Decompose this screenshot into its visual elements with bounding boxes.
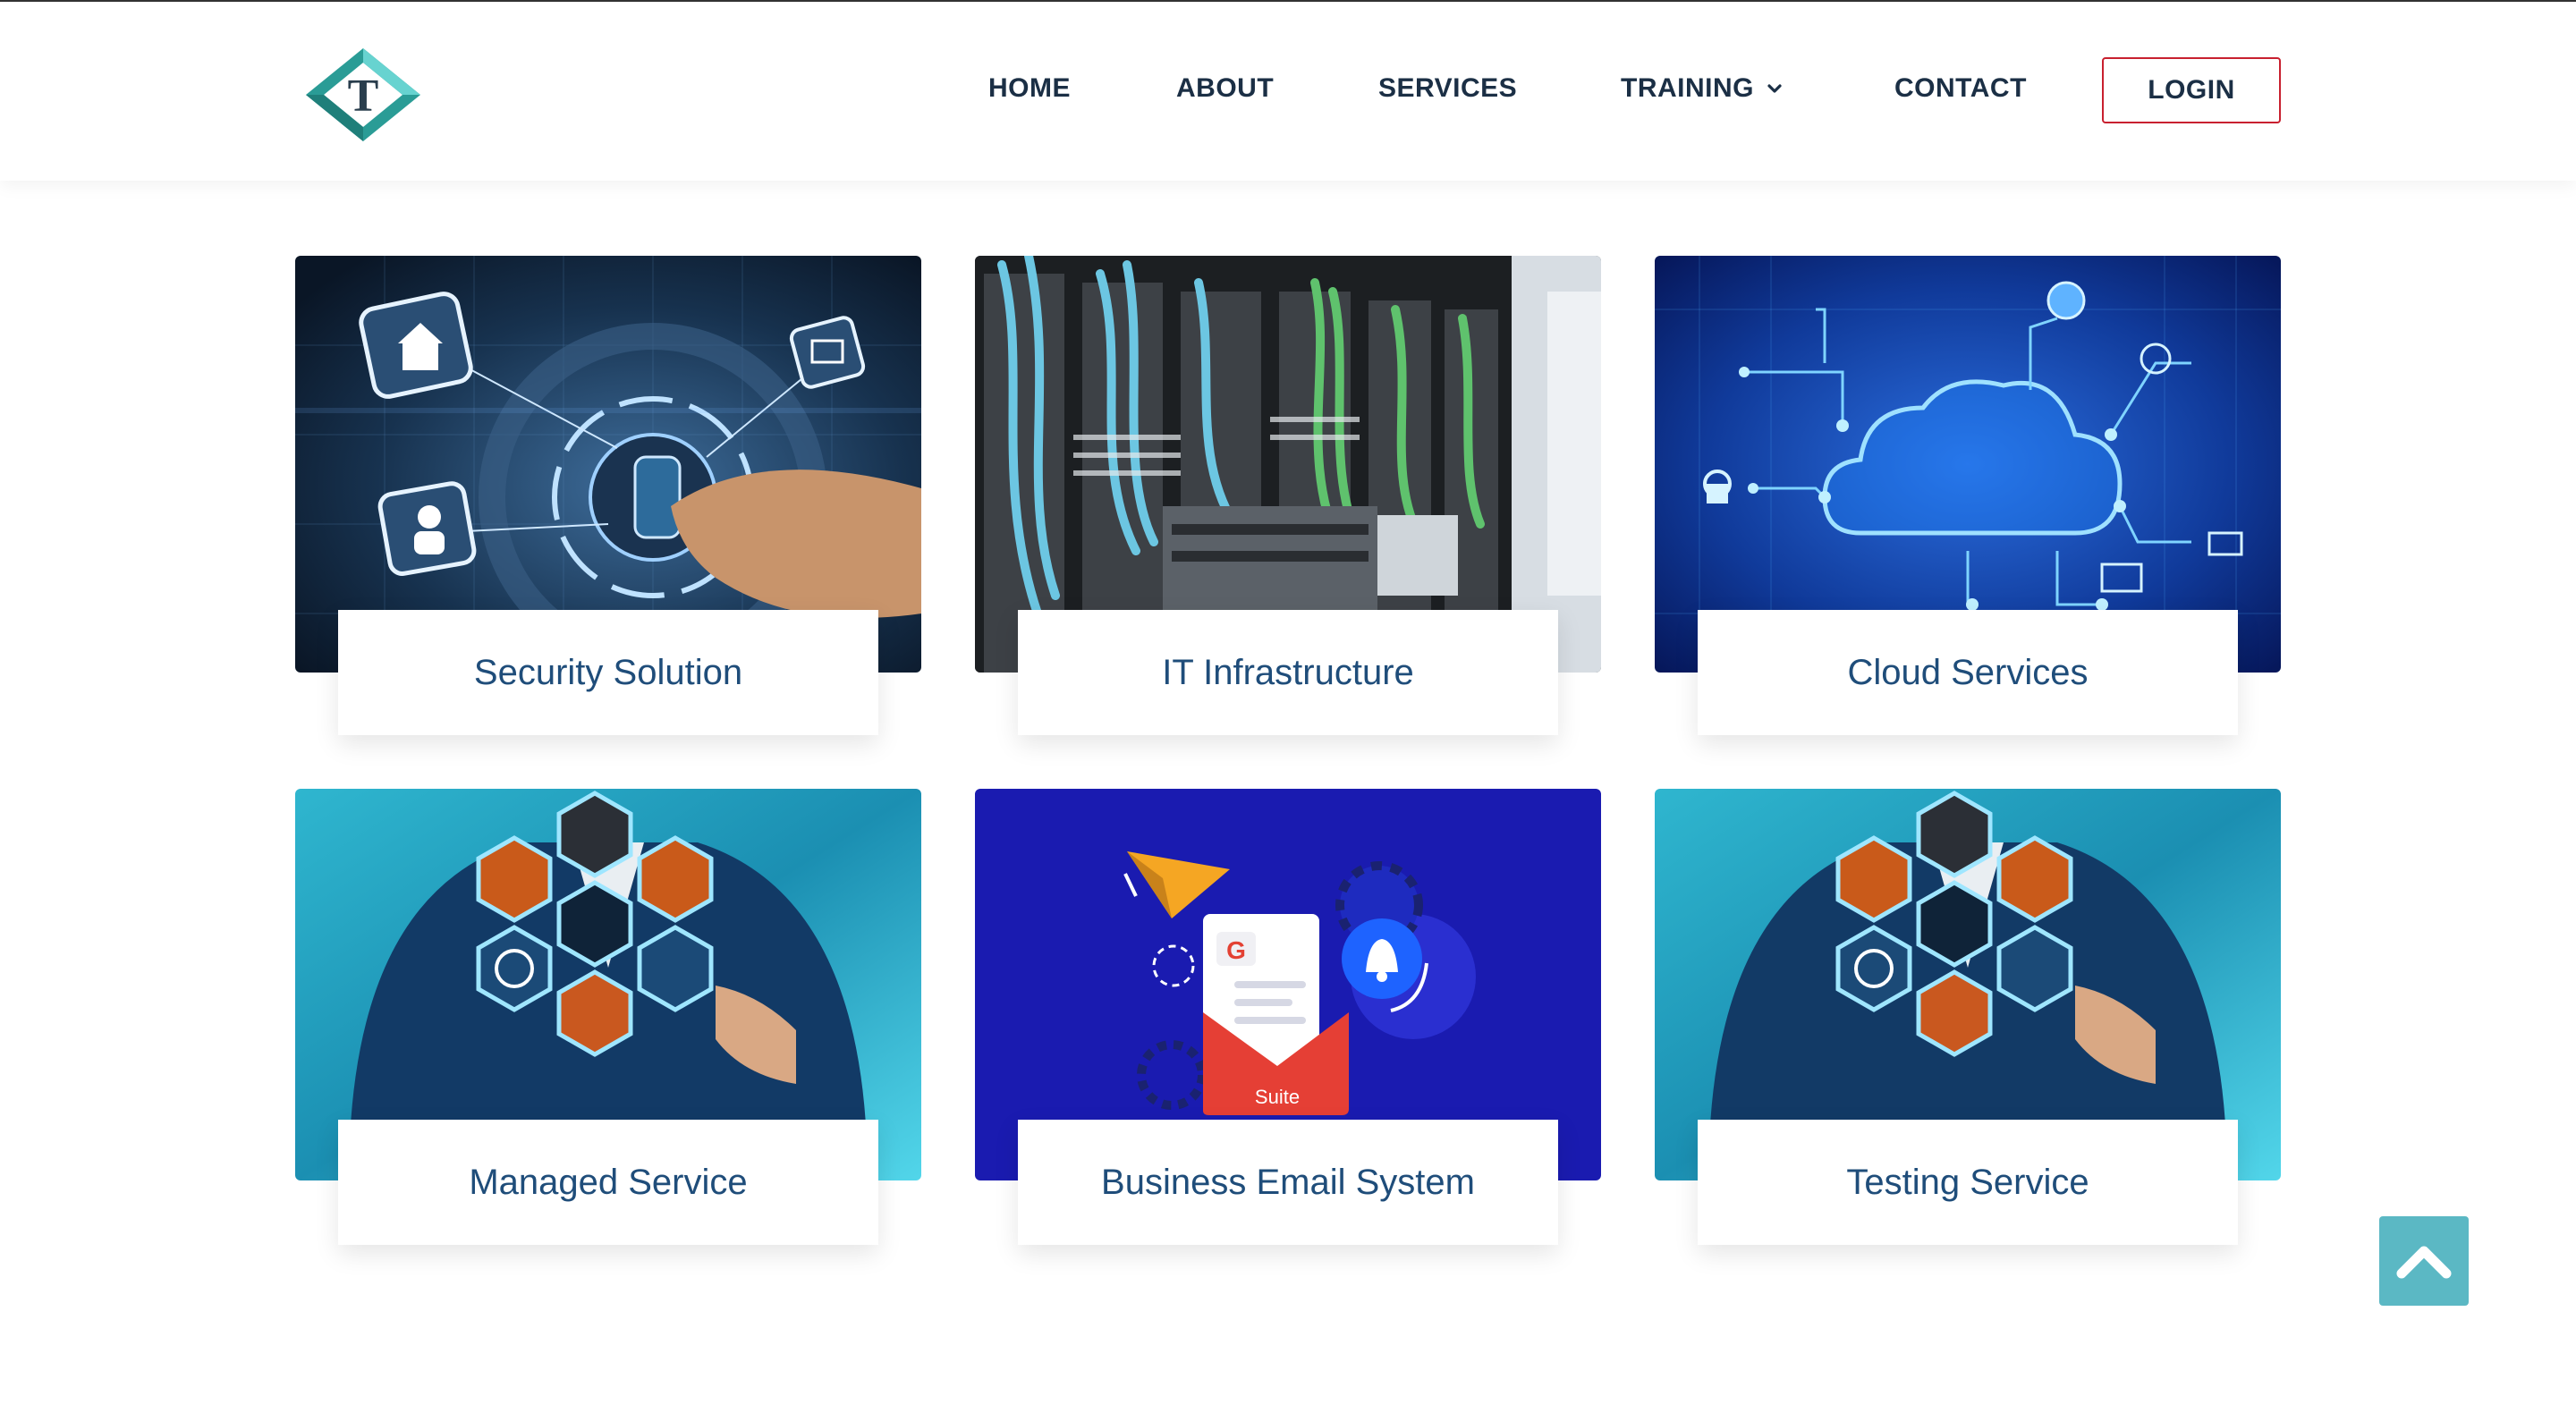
testing-title[interactable]: Testing Service — [1698, 1120, 2238, 1245]
cloud-title[interactable]: Cloud Services — [1698, 610, 2238, 735]
login-label: LOGIN — [2148, 75, 2235, 105]
nav-training-label: TRAINING — [1621, 73, 1754, 103]
security-title[interactable]: Security Solution — [338, 610, 878, 735]
nav-home-label: HOME — [988, 73, 1071, 103]
chevron-down-icon — [1767, 84, 1782, 93]
logo-letter: T — [348, 71, 379, 122]
nav-home[interactable]: HOME — [988, 73, 1071, 104]
login-button[interactable]: LOGIN — [2102, 57, 2281, 123]
diamond-logo-icon: T — [306, 48, 420, 141]
nav-services[interactable]: SERVICES — [1378, 73, 1517, 104]
email-title[interactable]: Business Email System — [1018, 1120, 1558, 1245]
managed-title[interactable]: Managed Service — [338, 1120, 878, 1245]
suite-label: Suite — [1255, 1086, 1300, 1108]
nav-training[interactable]: TRAINING — [1621, 73, 1783, 104]
nav-services-label: SERVICES — [1378, 73, 1518, 103]
it-infrastructure-title[interactable]: IT Infrastructure — [1018, 610, 1558, 735]
nav-about[interactable]: ABOUT — [1176, 73, 1274, 104]
scroll-to-top-button[interactable] — [2379, 1216, 2469, 1306]
site-header: T HOME ABOUT SERVICES TRAINING CONTACT L… — [0, 2, 2576, 181]
g-logo-icon: G — [1226, 936, 1246, 964]
nav-about-label: ABOUT — [1176, 73, 1275, 103]
nav-contact[interactable]: CONTACT — [1894, 73, 2027, 104]
nav-contact-label: CONTACT — [1894, 73, 2027, 103]
chevron-up-icon — [2396, 1246, 2452, 1279]
site-logo[interactable]: T — [304, 47, 422, 143]
